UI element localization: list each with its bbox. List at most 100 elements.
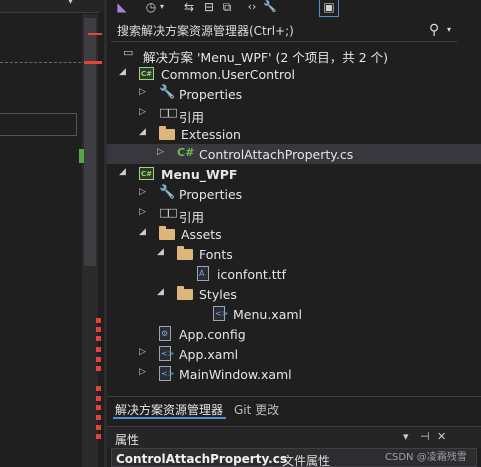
watermark-text: CSDN @凌霜残雪: [385, 452, 467, 463]
pin-icon[interactable]: ⊣: [420, 430, 430, 443]
solution-explorer-panel: ◣ ◷ ▾ ⇆ ⊟ ⧉ ‹› 🔧 ▣ ⚲ ▾ ▭ 解决方案 'Menu_WPF'…: [107, 0, 481, 467]
tree-item-solution[interactable]: ▭ 解决方案 'Menu_WPF' (2 个项目，共 2 个): [107, 44, 481, 65]
tree-item-label: App.xaml: [179, 347, 239, 362]
tree-item-references[interactable]: ▷ □□ 引用: [107, 204, 481, 225]
folder-open-icon: [159, 226, 175, 240]
tree-item-label: App.config: [179, 327, 246, 342]
tab-dropdown-icon[interactable]: ▾: [68, 0, 73, 7]
search-options-icon[interactable]: ▾: [447, 25, 451, 34]
wrench-icon: 🔧: [159, 185, 176, 200]
editor-scrollbar-thumb[interactable]: [84, 18, 96, 266]
vs-icon[interactable]: ◣: [115, 0, 129, 16]
collapsed-arrow-icon[interactable]: ▷: [157, 147, 164, 157]
tree-item-label: Menu.xaml: [233, 307, 303, 322]
history-dropdown-icon[interactable]: ▾: [157, 0, 167, 16]
references-icon: □□: [159, 206, 178, 219]
properties-title: 属性: [115, 433, 140, 447]
expanded-arrow-icon[interactable]: ◢: [157, 287, 164, 297]
folder-open-icon: [177, 246, 193, 260]
expanded-arrow-icon[interactable]: ◢: [157, 247, 164, 257]
tree-item-references[interactable]: ▷ □□ 引用: [107, 104, 481, 125]
csharp-file-icon: C#: [177, 146, 195, 159]
scroll-error-mark: [96, 318, 101, 323]
collapsed-arrow-icon[interactable]: ▷: [139, 207, 146, 217]
xaml-file-icon: <>: [159, 366, 174, 381]
tree-item-label: Common.UserControl: [161, 67, 295, 82]
expanded-arrow-icon[interactable]: ◢: [119, 67, 126, 77]
tab-git-changes[interactable]: Git 更改: [234, 401, 279, 418]
selected-object-type: 文件属性: [282, 454, 331, 467]
folder-open-icon: [177, 286, 193, 300]
tree-item-label: Menu_WPF: [161, 167, 238, 182]
scroll-change-mark: [84, 61, 102, 64]
tree-item-folder-assets[interactable]: ◢ Assets: [107, 224, 481, 244]
tab-solution-explorer[interactable]: 解决方案资源管理器: [115, 401, 223, 418]
code-view-icon[interactable]: ‹›: [243, 0, 261, 16]
close-icon[interactable]: ✕: [437, 430, 446, 443]
tree-item-folder-fonts[interactable]: ◢ Fonts: [107, 244, 481, 264]
tree-item-file-mainwindow-xaml[interactable]: ▷ <> MainWindow.xaml: [107, 364, 481, 384]
tree-item-label: Properties: [179, 187, 243, 202]
editor-divider: [0, 12, 100, 13]
xaml-file-icon: <>: [159, 346, 174, 361]
tree-item-file-app-config[interactable]: ⚙ App.config: [107, 324, 481, 344]
tree-item-file-controlattachproperty[interactable]: ▷ C# ControlAttachProperty.cs: [107, 144, 481, 164]
tree-item-label: iconfont.ttf: [217, 267, 286, 282]
selected-object-name: ControlAttachProperty.cs: [116, 452, 287, 466]
scroll-error-mark: [96, 336, 101, 341]
tree-item-project-common[interactable]: ◢ C# Common.UserControl: [107, 64, 481, 84]
tree-item-properties[interactable]: ▷ 🔧 Properties: [107, 84, 481, 104]
csharp-project-icon: C#: [139, 67, 154, 80]
preview-icon[interactable]: ▣: [319, 0, 339, 17]
scroll-error-mark: [96, 396, 101, 401]
references-icon: □□: [159, 106, 178, 119]
collapsed-arrow-icon[interactable]: ▷: [139, 87, 146, 97]
tree-item-label: Assets: [181, 227, 222, 242]
search-icon[interactable]: ⚲: [429, 22, 439, 38]
scroll-change-mark: [88, 33, 102, 35]
scroll-error-mark: [96, 415, 101, 420]
scroll-error-mark: [96, 347, 101, 352]
scroll-error-mark: [96, 425, 101, 430]
tree-item-label: Styles: [199, 287, 237, 302]
tree-item-label: MainWindow.xaml: [179, 367, 292, 382]
tree-item-label: ControlAttachProperty.cs: [199, 147, 354, 162]
expanded-arrow-icon[interactable]: ◢: [139, 227, 146, 237]
scroll-error-mark: [96, 434, 101, 439]
tree-item-label: Properties: [179, 87, 243, 102]
search-input[interactable]: [117, 23, 417, 39]
properties-header: 属性 ▾ ⊣ ✕: [107, 426, 481, 448]
tree-item-folder-extession[interactable]: ◢ Extession: [107, 124, 481, 144]
collapsed-arrow-icon[interactable]: ▷: [139, 347, 146, 357]
tree-item-folder-styles[interactable]: ◢ Styles: [107, 284, 481, 304]
tree-item-properties[interactable]: ▷ 🔧 Properties: [107, 184, 481, 204]
collapsed-arrow-icon[interactable]: ▷: [139, 367, 146, 377]
xaml-file-icon: <>: [213, 306, 228, 321]
solution-explorer-search[interactable]: ⚲ ▾: [111, 20, 457, 42]
tool-window-tabs: 解决方案资源管理器 Git 更改: [107, 396, 481, 419]
tree-item-file-app-xaml[interactable]: ▷ <> App.xaml: [107, 344, 481, 364]
scroll-error-mark: [96, 386, 101, 391]
folder-open-icon: [159, 126, 175, 140]
solution-icon: ▭: [123, 46, 134, 59]
tree-item-project-menu-wpf[interactable]: ◢ C# Menu_WPF: [107, 164, 481, 184]
sync-icon[interactable]: ⇆: [181, 0, 197, 16]
properties-wrench-icon[interactable]: 🔧: [261, 0, 279, 16]
scroll-error-mark: [96, 366, 101, 371]
scroll-change-mark: [79, 149, 84, 163]
expanded-arrow-icon[interactable]: ◢: [119, 167, 126, 177]
tree-item-label: Extession: [181, 127, 241, 142]
collapsed-arrow-icon[interactable]: ▷: [139, 187, 146, 197]
chevron-down-icon[interactable]: ▾: [403, 430, 409, 443]
show-all-files-icon[interactable]: ⧉: [219, 0, 235, 16]
csharp-project-icon: C#: [139, 167, 154, 180]
wrench-icon: 🔧: [159, 85, 176, 100]
tree-item-file-menu-xaml[interactable]: <> Menu.xaml: [107, 304, 481, 324]
expanded-arrow-icon[interactable]: ◢: [139, 127, 146, 137]
tree-item-label: Fonts: [199, 247, 233, 262]
collapsed-arrow-icon[interactable]: ▷: [139, 107, 146, 117]
editor-input-box[interactable]: [0, 113, 77, 136]
tree-item-file-iconfont[interactable]: A iconfont.ttf: [107, 264, 481, 284]
scroll-error-mark: [96, 327, 101, 332]
collapse-all-icon[interactable]: ⊟: [201, 0, 217, 16]
